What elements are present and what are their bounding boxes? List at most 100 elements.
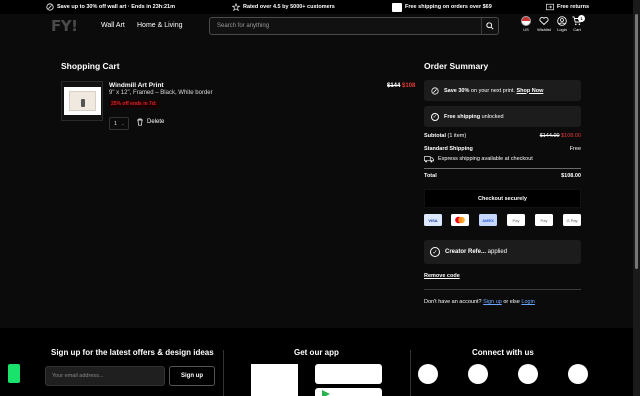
total-value: $108.00 — [561, 173, 581, 179]
checkout-button[interactable]: Checkout securely — [424, 189, 581, 208]
wishlist-label: Wishlist — [537, 27, 551, 32]
summary-title: Order Summary — [424, 61, 489, 71]
delete-button[interactable]: Delete — [136, 118, 164, 126]
truck-icon — [424, 156, 434, 163]
creator-code-text: Creator Refe... applied — [445, 249, 507, 255]
creator-code-body: applied — [486, 249, 508, 255]
chevron-down-icon: ⌄ — [121, 121, 125, 126]
truck-icon — [392, 2, 402, 12]
promo-rating: Rated over 4.5 by 5000+ customers — [232, 0, 335, 14]
star-icon — [232, 3, 240, 11]
express-row: Express shipping available at checkout — [424, 156, 581, 163]
newsletter-signup-button[interactable]: Sign up — [169, 366, 215, 386]
promo-banner-body: on your next print. — [469, 87, 517, 94]
free-shipping-bold: Free shipping — [444, 113, 481, 120]
account-prompt-row: Don't have an account? Sign up or else L… — [424, 299, 535, 305]
heart-icon — [539, 17, 549, 26]
product-name[interactable]: Windmill Art Print — [109, 82, 164, 89]
email-placeholder: Your email address... — [52, 373, 104, 379]
product-art — [68, 91, 96, 111]
scrollbar-thumb[interactable] — [635, 14, 638, 269]
check-circle-icon: ✓ — [431, 112, 439, 121]
subtotal-old: $144.00 — [539, 133, 560, 139]
shipping-row: Standard Shipping Free — [424, 146, 581, 152]
or-else-text: or else — [503, 299, 520, 305]
account-prompt: Don't have an account? — [424, 299, 482, 305]
product-thumbnail[interactable] — [61, 81, 103, 121]
creator-code-bold: Creator Refe... — [445, 249, 487, 255]
subtotal-new: $108.00 — [561, 133, 581, 139]
google-play-button[interactable] — [315, 388, 382, 396]
product-frame — [63, 87, 101, 115]
login-link[interactable]: Login — [521, 299, 534, 305]
google-pay-icon: G Pay — [563, 214, 581, 226]
discount-icon — [46, 3, 54, 11]
nav-home-living[interactable]: Home & Living — [137, 22, 183, 29]
promo-shipping-text: Free shipping on orders over $69 — [405, 4, 492, 10]
amex-icon: AMEX — [479, 214, 497, 226]
promo-banner-bold: Save 30% — [444, 87, 470, 94]
check-circle-icon: ✓ — [430, 247, 440, 257]
cart-label: Cart — [573, 27, 581, 32]
subtotal-values: $144.00 $108.00 — [540, 133, 581, 139]
footer-divider-2 — [410, 350, 411, 396]
login-label: Login — [557, 27, 567, 32]
promo-returns: Free returns — [546, 0, 589, 14]
promo-rating-text: Rated over 4.5 by 5000+ customers — [243, 4, 335, 10]
site-logo[interactable]: FY! — [51, 17, 78, 35]
apple-pay-icon: Pay — [507, 214, 525, 226]
remove-code-link[interactable]: Remove code — [424, 273, 460, 279]
social-icon-4[interactable] — [568, 364, 588, 384]
social-icon-1[interactable] — [418, 364, 438, 384]
nav-wall-art[interactable]: Wall Art — [101, 22, 125, 29]
footer-divider-1 — [223, 350, 224, 396]
subtotal-label: Subtotal — [424, 133, 446, 139]
page-scrollbar[interactable] — [633, 0, 640, 396]
shop-now-link[interactable]: Shop Now — [516, 88, 543, 94]
returns-icon — [546, 3, 554, 11]
mastercard-icon — [451, 214, 469, 226]
promo-banner: Save 30% on your next print. Shop Now — [424, 80, 581, 101]
promo-returns-text: Free returns — [557, 4, 590, 10]
total-row: Total $108.00 — [424, 173, 581, 179]
account-divider — [424, 289, 581, 290]
wishlist-button[interactable]: Wishlist — [534, 16, 554, 32]
free-shipping-text: Free shipping unlocked — [444, 114, 504, 120]
social-icon-3[interactable] — [518, 364, 538, 384]
delete-label: Delete — [147, 119, 165, 125]
pay-icon: Pay — [535, 214, 553, 226]
signup-link[interactable]: Sign up — [483, 299, 502, 305]
cart-title: Shopping Cart — [61, 61, 120, 71]
app-heading: Get our app — [294, 348, 339, 357]
app-qr-code — [251, 364, 298, 396]
newsletter-email-input[interactable]: Your email address... — [45, 366, 165, 386]
express-text: Express shipping available at checkout — [438, 156, 533, 162]
total-label: Total — [424, 173, 437, 179]
visa-icon: VISA — [424, 214, 442, 226]
discount-icon — [431, 86, 439, 95]
item-old-price: $144 — [387, 83, 401, 89]
shipping-label: Standard Shipping — [424, 146, 473, 152]
promo-sale[interactable]: Save up to 30% off wall art · Ends in 23… — [46, 0, 175, 14]
subtotal-label-group: Subtotal (1 item) — [424, 133, 466, 139]
site-header: FY! Wall Art Home & Living Search for an… — [0, 14, 633, 40]
chat-widget-tab[interactable] — [8, 364, 20, 383]
country-selector[interactable]: US — [516, 16, 536, 32]
connect-heading: Connect with us — [472, 348, 534, 357]
free-shipping-banner: ✓ Free shipping unlocked — [424, 106, 581, 127]
promo-shipping: Free shipping on orders over $69 — [392, 0, 492, 14]
app-store-button[interactable] — [315, 364, 382, 384]
promo-sale-text: Save up to 30% off wall art · Ends in 23… — [57, 4, 175, 10]
item-price: $144 $108 — [387, 83, 415, 89]
search-button[interactable] — [481, 18, 498, 34]
free-shipping-body: unlocked — [480, 113, 504, 120]
creator-code-banner: ✓ Creator Refe... applied — [424, 240, 581, 264]
social-icon-2[interactable] — [468, 364, 488, 384]
promo-bar: Save up to 30% off wall art · Ends in 23… — [0, 0, 633, 14]
quantity-select[interactable]: 1 ⌄ — [109, 117, 129, 130]
trash-icon — [137, 118, 143, 126]
us-flag-icon — [521, 16, 531, 26]
cart-count-badge: 1 — [578, 15, 585, 22]
search-input[interactable]: Search for anything — [209, 17, 499, 35]
cart-button[interactable]: Cart 1 — [567, 15, 587, 32]
